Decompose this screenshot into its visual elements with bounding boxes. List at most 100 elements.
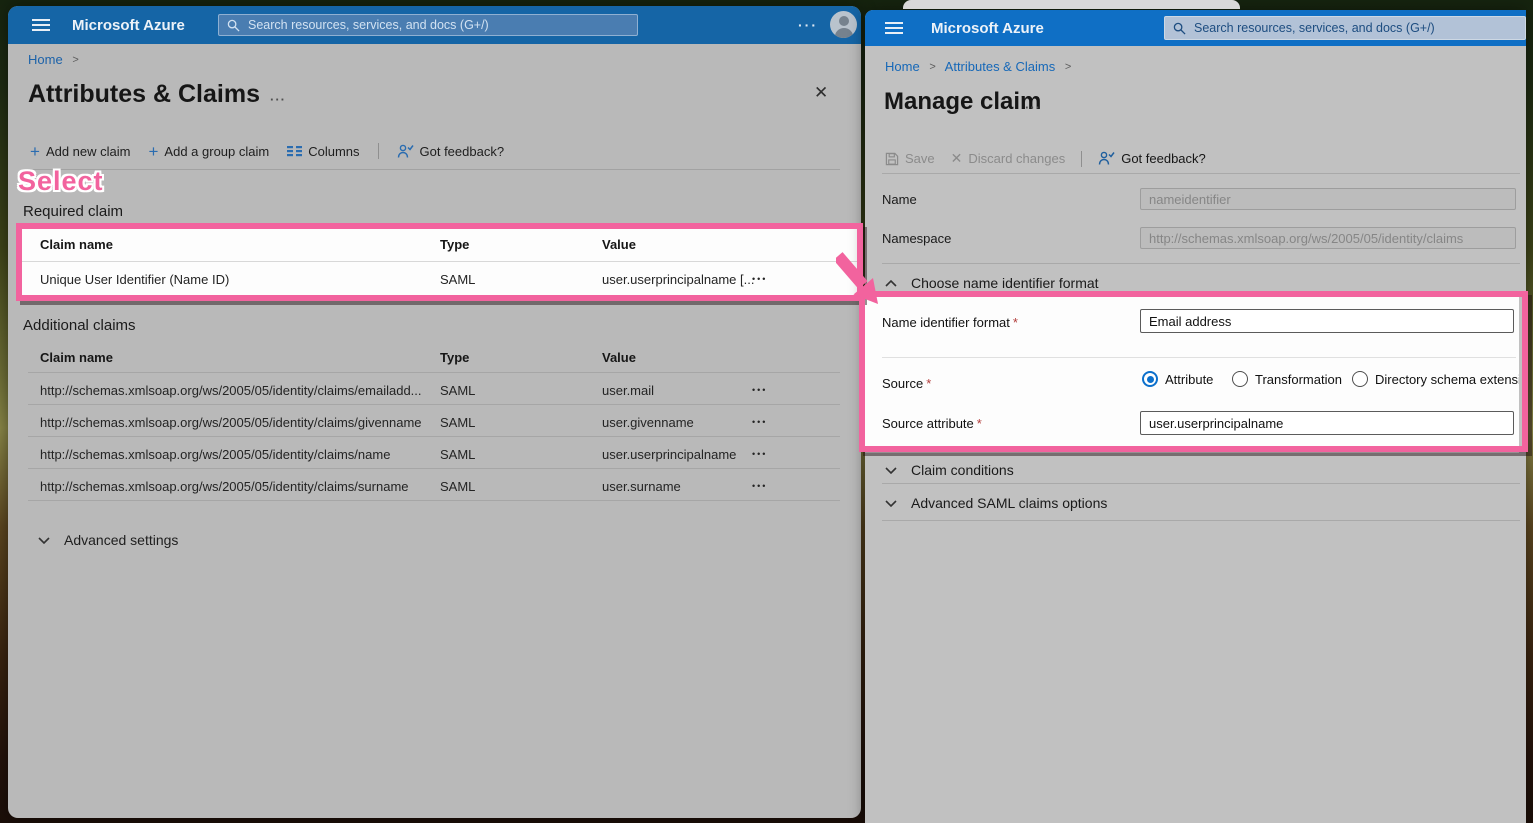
toolbar-divider [1081,150,1083,167]
topbar-more-icon[interactable]: ··· [798,17,818,33]
claim-name-cell: Unique User Identifier (Name ID) [40,272,230,287]
additional-claims-heading: Additional claims [23,317,136,334]
radio-label[interactable]: Directory schema extension [1375,372,1519,387]
table-row[interactable]: http://schemas.xmlsoap.org/ws/2005/05/id… [8,447,861,462]
breadcrumb: Home > Attributes & Claims > [885,59,1077,74]
value-cell: user.userprincipalname [602,447,737,462]
toolbar-rule [28,169,840,170]
required-asterisk: * [926,376,932,391]
source-directory-extension-radio[interactable] [1352,371,1368,387]
required-asterisk: * [1012,315,1018,330]
title-more-icon[interactable]: ··· [270,92,286,107]
name-field: nameidentifier [1140,188,1516,210]
row-menu-icon[interactable]: ••• [752,449,767,459]
row-menu-icon[interactable]: ••• [752,417,767,427]
column-header: Type [440,350,470,365]
table-row[interactable]: Unique User Identifier (Name ID) SAML us… [20,262,857,297]
azure-brand: Microsoft Azure [931,20,1044,37]
value-cell: user.surname [602,479,681,494]
breadcrumb-home-link[interactable]: Home [885,59,920,74]
add-new-claim-button[interactable]: + Add new claim [30,141,130,161]
value-cell: user.userprincipalname [... [602,272,755,287]
breadcrumb-home-link[interactable]: Home [28,52,63,67]
type-cell: SAML [440,415,476,430]
avatar[interactable] [830,11,857,38]
plus-icon: + [30,141,40,161]
breadcrumb: Home > [28,52,85,67]
name-identifier-format-dropdown[interactable]: Email address [1140,309,1514,333]
page-title: Attributes & Claims [28,80,260,108]
breadcrumb-chevron-icon: > [1064,61,1072,73]
plus-icon: + [148,141,159,161]
row-menu-icon[interactable]: ••• [752,385,767,395]
namespace-label: Namespace [882,231,952,246]
discard-changes-button: ✕ Discard changes [950,150,1066,166]
claim-name-cell: http://schemas.xmlsoap.org/ws/2005/05/id… [40,383,422,398]
add-group-claim-button[interactable]: + Add a group claim [148,141,269,161]
azure-topbar: Microsoft Azure [865,10,1526,46]
table-row[interactable]: http://schemas.xmlsoap.org/ws/2005/05/id… [8,415,861,430]
column-header: Value [602,350,636,365]
title-more-icon[interactable]: ··· [1025,100,1041,115]
row-menu-icon[interactable]: ••• [752,274,767,284]
search-icon [1173,22,1186,35]
claim-name-cell: http://schemas.xmlsoap.org/ws/2005/05/id… [40,479,409,494]
columns-icon [287,146,303,157]
save-button: Save [885,151,935,166]
global-search[interactable] [218,14,638,36]
select-annotation: Select [18,166,104,196]
manage-claim-window: Microsoft Azure Home > Attributes & Clai… [865,10,1526,823]
required-asterisk: * [976,416,982,431]
chevron-down-icon [885,466,897,474]
required-claim-table: Claim name Type Value Unique User Identi… [20,227,857,297]
search-input[interactable] [246,17,629,33]
value-cell: user.mail [602,383,655,398]
namespace-field: http://schemas.xmlsoap.org/ws/2005/05/id… [1140,227,1516,249]
radio-label[interactable]: Transformation [1255,372,1342,387]
radio-label[interactable]: Attribute [1165,372,1213,387]
azure-brand: Microsoft Azure [72,17,185,34]
got-feedback-button[interactable]: Got feedback? [1098,151,1206,166]
global-search[interactable] [1164,16,1526,40]
hamburger-menu-icon[interactable] [32,19,50,31]
row-menu-icon[interactable]: ••• [752,481,767,491]
breadcrumb-parent-link[interactable]: Attributes & Claims [945,59,1056,74]
advanced-settings-toggle[interactable]: Advanced settings [38,532,178,548]
chevron-up-icon [885,279,897,287]
hamburger-menu-icon[interactable] [885,22,903,34]
toolbar: + Add new claim + Add a group claim Colu… [30,141,504,161]
toolbar-rule [882,173,1520,174]
save-icon [885,152,899,165]
close-icon[interactable]: ✕ [814,83,828,103]
columns-button[interactable]: Columns [287,144,360,159]
chevron-down-icon [885,499,897,507]
search-input[interactable] [1192,20,1517,36]
advanced-saml-options-toggle[interactable]: Advanced SAML claims options [885,495,1107,511]
source-transformation-radio[interactable] [1232,371,1248,387]
name-label: Name [882,192,917,207]
breadcrumb-chevron-icon: > [72,54,79,66]
got-feedback-button[interactable]: Got feedback? [397,144,504,159]
claim-conditions-toggle[interactable]: Claim conditions [885,462,1014,478]
type-cell: SAML [440,272,476,287]
column-header: Value [602,237,636,252]
column-header: Claim name [40,237,113,252]
feedback-icon [1099,151,1115,165]
table-row[interactable]: http://schemas.xmlsoap.org/ws/2005/05/id… [8,479,861,494]
toolbar-divider [377,143,379,159]
type-cell: SAML [440,383,476,398]
value-cell: user.givenname [602,415,694,430]
table-row[interactable]: http://schemas.xmlsoap.org/ws/2005/05/id… [8,383,861,398]
breadcrumb-chevron-icon: > [929,61,936,73]
toolbar: Save ✕ Discard changes Got feedback? [885,150,1206,167]
source-attribute-radio[interactable] [1142,371,1158,387]
feedback-icon [397,144,414,158]
azure-topbar: Microsoft Azure ··· [8,6,861,44]
close-icon: ✕ [950,150,963,166]
chevron-down-icon [38,536,50,544]
type-cell: SAML [440,447,476,462]
column-header: Claim name [40,350,113,365]
choose-format-section-toggle[interactable]: Choose name identifier format [885,275,1099,291]
claim-name-cell: http://schemas.xmlsoap.org/ws/2005/05/id… [40,447,391,462]
source-attribute-field[interactable]: user.userprincipalname [1140,411,1514,435]
